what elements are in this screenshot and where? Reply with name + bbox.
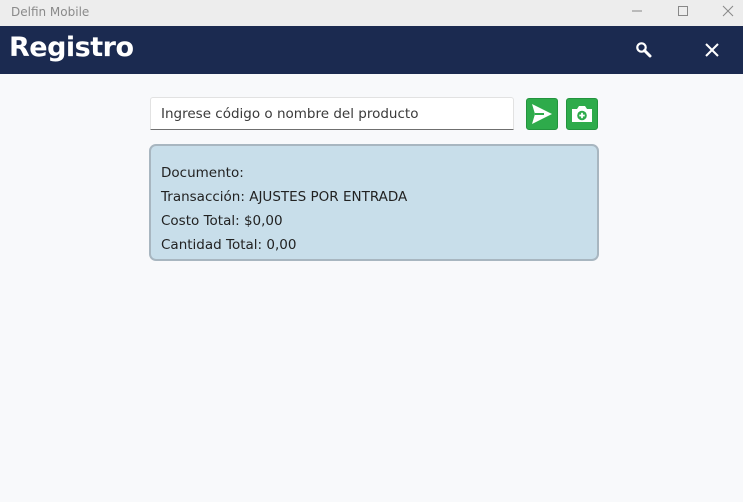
close-button[interactable] bbox=[698, 36, 726, 64]
costo-total-label: Costo Total: bbox=[161, 213, 240, 229]
window-close-button[interactable] bbox=[708, 0, 743, 22]
app-header: Registro bbox=[0, 26, 743, 74]
document-summary-card: Documento: Transacción: AJUSTES POR ENTR… bbox=[149, 144, 599, 261]
send-button[interactable] bbox=[526, 98, 558, 130]
cantidad-total-line: Cantidad Total: 0,00 bbox=[161, 233, 587, 257]
transaccion-line: Transacción: AJUSTES POR ENTRADA bbox=[161, 185, 587, 209]
transaccion-label: Transacción: bbox=[161, 189, 245, 205]
close-icon bbox=[705, 43, 719, 57]
camera-button[interactable] bbox=[566, 98, 598, 130]
transaccion-value: AJUSTES POR ENTRADA bbox=[249, 189, 408, 205]
search-button[interactable] bbox=[630, 36, 658, 64]
window-close-icon bbox=[722, 5, 734, 17]
product-search-input[interactable] bbox=[150, 97, 514, 130]
cantidad-total-value: 0,00 bbox=[266, 237, 297, 253]
minimize-icon bbox=[632, 10, 642, 12]
documento-line: Documento: bbox=[161, 161, 587, 185]
minimize-button[interactable] bbox=[617, 0, 657, 22]
window-title: Delfin Mobile bbox=[11, 5, 90, 19]
maximize-icon bbox=[678, 6, 688, 16]
window-titlebar: Delfin Mobile bbox=[0, 0, 743, 26]
page-title: Registro bbox=[9, 32, 134, 63]
search-icon bbox=[636, 42, 652, 58]
cantidad-total-label: Cantidad Total: bbox=[161, 237, 263, 253]
maximize-button[interactable] bbox=[663, 0, 703, 22]
send-icon bbox=[532, 104, 552, 124]
costo-total-value: $0,00 bbox=[243, 213, 283, 229]
costo-total-line: Costo Total: $0,00 bbox=[161, 209, 587, 233]
documento-label: Documento: bbox=[161, 165, 244, 181]
camera-plus-icon bbox=[572, 106, 592, 122]
